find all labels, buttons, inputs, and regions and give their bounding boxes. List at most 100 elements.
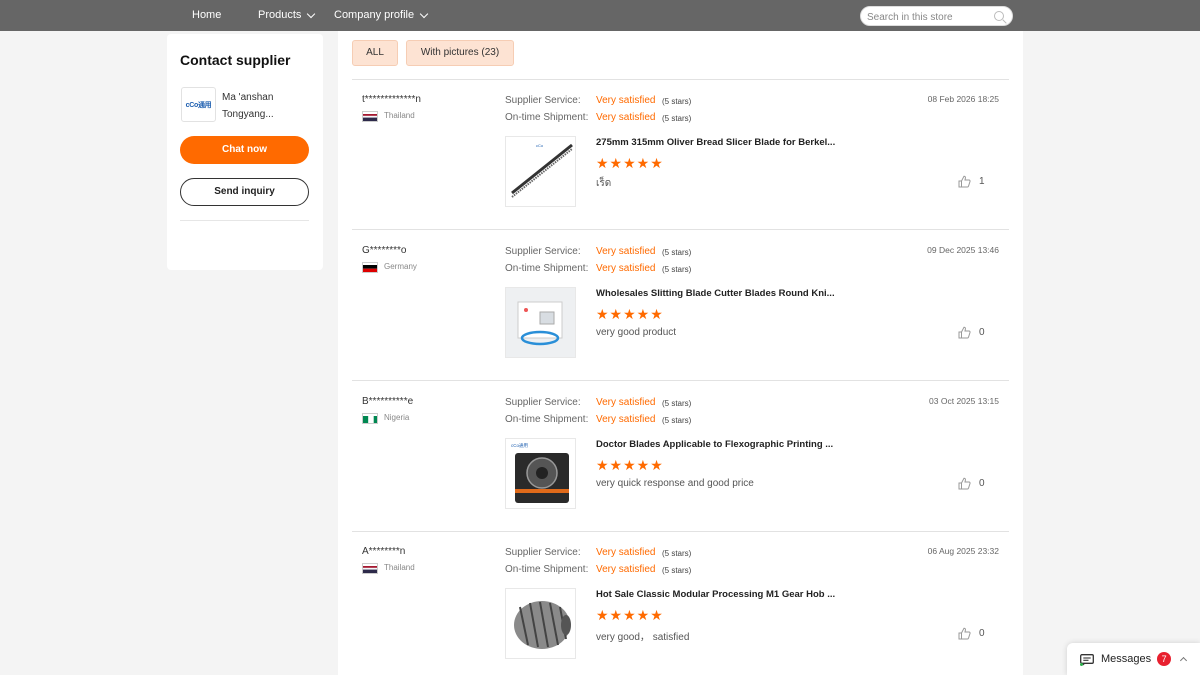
messages-label: Messages xyxy=(1101,653,1152,665)
shipment-value: Very satisfied xyxy=(596,263,656,274)
supplier-service-stars: (5 stars) xyxy=(662,399,692,408)
product-thumbnail[interactable] xyxy=(505,588,576,659)
review-comment: very good， satisfied xyxy=(596,632,690,643)
contact-title: Contact supplier xyxy=(180,52,291,68)
shipment-stars: (5 stars) xyxy=(662,566,692,575)
search-icon[interactable] xyxy=(994,11,1004,21)
review-comment: very quick response and good price xyxy=(596,478,754,489)
supplier-service-stars: (5 stars) xyxy=(662,549,692,558)
company-logo[interactable]: cCo通用 xyxy=(181,87,216,122)
reviewer-name: A********n xyxy=(362,546,406,557)
messages-widget[interactable]: Messages 7 xyxy=(1067,643,1200,675)
supplier-service-value: Very satisfied xyxy=(596,95,656,106)
product-title-link[interactable]: 275mm 315mm Oliver Bread Slicer Blade fo… xyxy=(596,137,846,148)
nav-company-profile-label: Company profile xyxy=(334,9,415,21)
review-item: t*************n Thailand Supplier Servic… xyxy=(352,80,1009,230)
filter-with-pictures-button[interactable]: With pictures (23) xyxy=(406,40,514,66)
logo-text: cCo通用 xyxy=(185,101,212,109)
reviewer-name: B**********e xyxy=(362,396,414,407)
review-comment: very good product xyxy=(596,327,677,338)
supplier-service-label: Supplier Service: xyxy=(505,547,581,558)
contact-supplier-card: Contact supplier cCo通用 Ma 'anshan Tongya… xyxy=(167,34,323,270)
like-count: 0 xyxy=(979,628,985,639)
like-button[interactable]: 1 xyxy=(958,175,985,188)
svg-text:cCo: cCo xyxy=(536,143,544,148)
thailand-flag-icon xyxy=(362,563,378,574)
review-date: 03 Oct 2025 13:15 xyxy=(929,396,999,406)
review-date: 08 Feb 2026 18:25 xyxy=(927,94,999,104)
star-rating: ★★★★★ xyxy=(596,607,664,623)
thumbs-up-icon xyxy=(958,326,971,339)
review-date: 06 Aug 2025 23:32 xyxy=(927,546,999,556)
svg-text:cCo通用: cCo通用 xyxy=(511,442,528,449)
review-item: B**********e Nigeria Supplier Service: V… xyxy=(352,382,1009,532)
nav-home-label: Home xyxy=(192,9,222,21)
shipment-stars: (5 stars) xyxy=(662,114,692,123)
like-count: 1 xyxy=(979,176,985,187)
thumbs-up-icon xyxy=(958,477,971,490)
filter-all-button[interactable]: ALL xyxy=(352,40,398,66)
shipment-stars: (5 stars) xyxy=(662,416,692,425)
product-title-link[interactable]: Hot Sale Classic Modular Processing M1 G… xyxy=(596,589,846,600)
review-item: G********o Germany Supplier Service: Ver… xyxy=(352,231,1009,381)
like-button[interactable]: 0 xyxy=(958,477,985,490)
chevron-down-icon xyxy=(419,9,429,18)
review-date: 09 Dec 2025 13:46 xyxy=(927,245,999,255)
thailand-flag-icon xyxy=(362,111,378,122)
star-rating: ★★★★★ xyxy=(596,155,664,171)
shipment-stars: (5 stars) xyxy=(662,265,692,274)
search-input[interactable] xyxy=(861,8,986,27)
supplier-service-label: Supplier Service: xyxy=(505,95,581,106)
reviews-panel: ALL With pictures (23) t*************n T… xyxy=(338,31,1023,675)
like-count: 0 xyxy=(979,327,985,338)
nav-company-profile[interactable]: Company profile xyxy=(334,9,429,21)
shipment-value: Very satisfied xyxy=(596,564,656,575)
reviewer-name: t*************n xyxy=(362,94,421,105)
chat-now-button[interactable]: Chat now xyxy=(180,136,309,164)
supplier-service-value: Very satisfied xyxy=(596,547,656,558)
like-button[interactable]: 0 xyxy=(958,326,985,339)
reviewer-country: Germany xyxy=(384,262,417,271)
shipment-value: Very satisfied xyxy=(596,414,656,425)
shipment-label: On-time Shipment: xyxy=(505,564,589,575)
shipment-label: On-time Shipment: xyxy=(505,263,589,274)
divider xyxy=(180,220,309,221)
chevron-up-icon[interactable] xyxy=(1180,656,1188,665)
supplier-service-value: Very satisfied xyxy=(596,397,656,408)
nav-products[interactable]: Products xyxy=(258,9,316,21)
like-count: 0 xyxy=(979,478,985,489)
star-rating: ★★★★★ xyxy=(596,457,664,473)
nav-home[interactable]: Home xyxy=(192,9,221,21)
reviewer-country: Thailand xyxy=(384,111,415,120)
product-title-link[interactable]: Wholesales Slitting Blade Cutter Blades … xyxy=(596,288,846,299)
reviewer-name: G********o xyxy=(362,245,407,256)
product-title-link[interactable]: Doctor Blades Applicable to Flexographic… xyxy=(596,439,846,450)
top-nav: Home Products Company profile xyxy=(0,0,1200,31)
supplier-service-label: Supplier Service: xyxy=(505,246,581,257)
thumbs-up-icon xyxy=(958,175,971,188)
chevron-down-icon xyxy=(307,9,316,18)
company-name[interactable]: Ma 'anshan Tongyang... xyxy=(222,89,312,123)
supplier-service-value: Very satisfied xyxy=(596,246,656,257)
supplier-service-stars: (5 stars) xyxy=(662,97,692,106)
thumbs-up-icon xyxy=(958,627,971,640)
send-inquiry-button[interactable]: Send inquiry xyxy=(180,178,309,206)
supplier-service-label: Supplier Service: xyxy=(505,397,581,408)
germany-flag-icon xyxy=(362,262,378,273)
star-rating: ★★★★★ xyxy=(596,306,664,322)
product-thumbnail[interactable] xyxy=(505,287,576,358)
store-search xyxy=(860,6,1013,27)
shipment-label: On-time Shipment: xyxy=(505,112,589,123)
product-thumbnail[interactable]: cCo xyxy=(505,136,576,207)
shipment-value: Very satisfied xyxy=(596,112,656,123)
nigeria-flag-icon xyxy=(362,413,378,424)
like-button[interactable]: 0 xyxy=(958,627,985,640)
reviewer-country: Nigeria xyxy=(384,413,410,422)
product-thumbnail[interactable]: cCo通用 xyxy=(505,438,576,509)
chat-bubble-icon xyxy=(1080,653,1094,666)
messages-count-badge: 7 xyxy=(1157,652,1172,666)
reviewer-country: Thailand xyxy=(384,563,415,572)
supplier-service-stars: (5 stars) xyxy=(662,248,692,257)
review-comment: เร็ด xyxy=(596,178,612,189)
shipment-label: On-time Shipment: xyxy=(505,414,589,425)
